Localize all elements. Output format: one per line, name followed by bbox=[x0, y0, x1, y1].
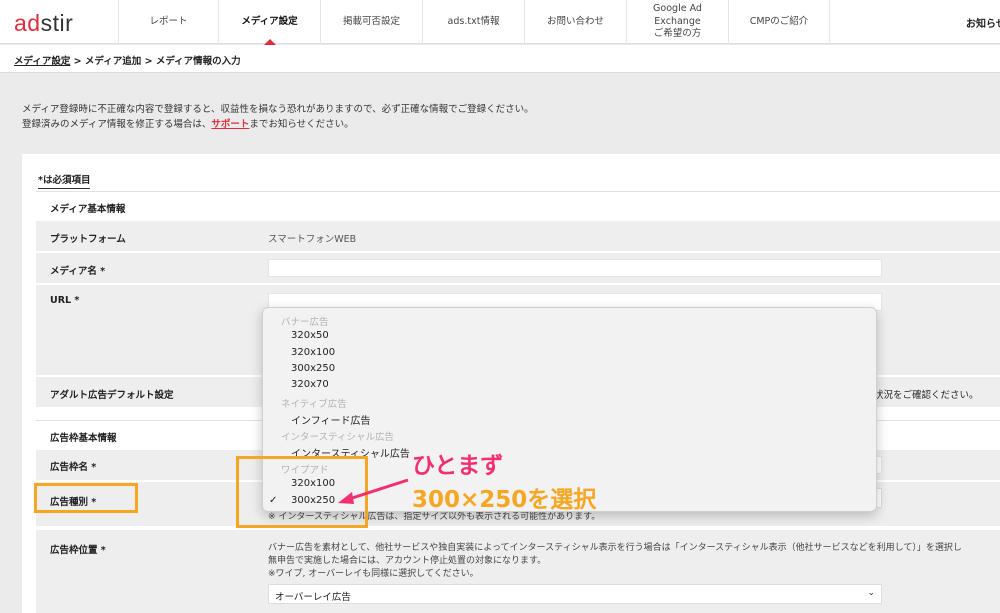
nav-notice[interactable]: お知らせ bbox=[966, 15, 1000, 30]
platform-label: プラットフォーム bbox=[50, 234, 126, 245]
breadcrumb-add-media: メディア追加 bbox=[84, 56, 142, 67]
section-adframe-basic: 広告枠基本情報 bbox=[50, 433, 117, 444]
group-native: ネイティブ広告 bbox=[281, 399, 347, 410]
adframe-name-label: 広告枠名 * bbox=[50, 462, 97, 473]
breadcrumb-separator: > bbox=[70, 56, 85, 67]
breadcrumb-media-settings[interactable]: メディア設定 bbox=[14, 56, 70, 67]
option-infeed[interactable]: インフィード広告 bbox=[291, 412, 371, 427]
position-select[interactable]: オーバーレイ広告 ⌄ bbox=[268, 584, 882, 604]
divider bbox=[36, 191, 1000, 192]
media-name-label: メディア名 * bbox=[50, 266, 106, 277]
nav-report[interactable]: レポート bbox=[118, 0, 218, 44]
option-banner-320x70[interactable]: 320x70 bbox=[291, 379, 329, 390]
position-label: 広告枠位置 * bbox=[50, 545, 106, 556]
breadcrumb-bar: メディア設定 > メディア追加 > メディア情報の入力 bbox=[0, 45, 1000, 73]
position-note-3: ※ワイプ, オーバーレイも同様に選択してください。 bbox=[268, 569, 479, 579]
option-banner-300x250[interactable]: 300x250 bbox=[291, 363, 335, 374]
logo-part-ad: ad bbox=[14, 10, 41, 36]
top-header: adstir レポート メディア設定 掲載可否設定 ads.txt情報 お問い合… bbox=[0, 0, 1000, 45]
intro-line-2: 登録済みのメディア情報を修正する場合は、サポートまでお知らせください。 bbox=[22, 117, 534, 132]
annotation-text-2: 300×250を選択 bbox=[412, 487, 597, 513]
support-link[interactable]: サポート bbox=[211, 119, 249, 130]
intro-text: メディア登録時に不正確な内容で登録すると、収益性を損なう恐れがありますので、必ず… bbox=[22, 102, 534, 132]
annotation-text-1: ひとまず bbox=[412, 453, 504, 479]
group-banner: バナー広告 bbox=[281, 317, 329, 328]
row-position: 広告枠位置 * バナー広告を素材として、他社サービスや独自実装によってインタース… bbox=[36, 530, 1000, 613]
annotation-arrow-icon bbox=[338, 478, 409, 504]
nav-media-settings[interactable]: メディア設定 bbox=[218, 0, 320, 45]
breadcrumb-separator: > bbox=[141, 56, 156, 67]
nav-google-adx[interactable]: Google Ad Exchange ご希望の方 bbox=[626, 0, 728, 44]
required-note: *は必須項目 bbox=[38, 172, 91, 189]
nav-cmp[interactable]: CMPのご紹介 bbox=[728, 0, 830, 44]
group-interstitial: インタースティシャル広告 bbox=[281, 432, 394, 443]
intro-line-2-pre: 登録済みのメディア情報を修正する場合は、 bbox=[22, 119, 212, 130]
logo-part-stir: stir bbox=[40, 10, 74, 36]
adult-setting-note: 状況をご確認ください。 bbox=[874, 390, 979, 401]
option-banner-320x100[interactable]: 320x100 bbox=[291, 347, 335, 358]
nav-ads-txt[interactable]: ads.txt情報 bbox=[422, 0, 524, 44]
media-name-input[interactable] bbox=[268, 259, 882, 277]
position-note-2: 無申告で実施した場合には、アカウント停止処置の対象になります。 bbox=[268, 556, 547, 566]
adstir-logo[interactable]: adstir bbox=[14, 10, 73, 37]
breadcrumb: メディア設定 > メディア追加 > メディア情報の入力 bbox=[14, 53, 241, 67]
option-banner-320x50[interactable]: 320x50 bbox=[291, 330, 329, 341]
intro-line-2-post: までお知らせください。 bbox=[249, 119, 354, 130]
url-label: URL * bbox=[50, 295, 80, 306]
intro-line-1: メディア登録時に不正確な内容で登録すると、収益性を損なう恐れがありますので、必ず… bbox=[22, 104, 534, 115]
chevron-down-icon: ⌄ bbox=[867, 588, 875, 598]
platform-value: スマートフォンWEB bbox=[268, 234, 357, 245]
adult-setting-label: アダルト広告デフォルト設定 bbox=[50, 390, 174, 401]
breadcrumb-current: メディア情報の入力 bbox=[155, 56, 241, 67]
section-media-basic: メディア基本情報 bbox=[50, 204, 126, 215]
nav-placement-settings[interactable]: 掲載可否設定 bbox=[320, 0, 422, 44]
position-select-value: オーバーレイ広告 bbox=[275, 592, 351, 603]
row-platform: プラットフォーム スマートフォンWEB bbox=[36, 221, 1000, 251]
position-note-1: バナー広告を素材として、他社サービスや独自実装によってインタースティシャル表示を… bbox=[268, 543, 962, 553]
highlight-ad-type-label bbox=[34, 483, 138, 513]
nav-contact[interactable]: お問い合わせ bbox=[524, 0, 626, 44]
row-media-name: メディア名 * bbox=[36, 253, 1000, 283]
